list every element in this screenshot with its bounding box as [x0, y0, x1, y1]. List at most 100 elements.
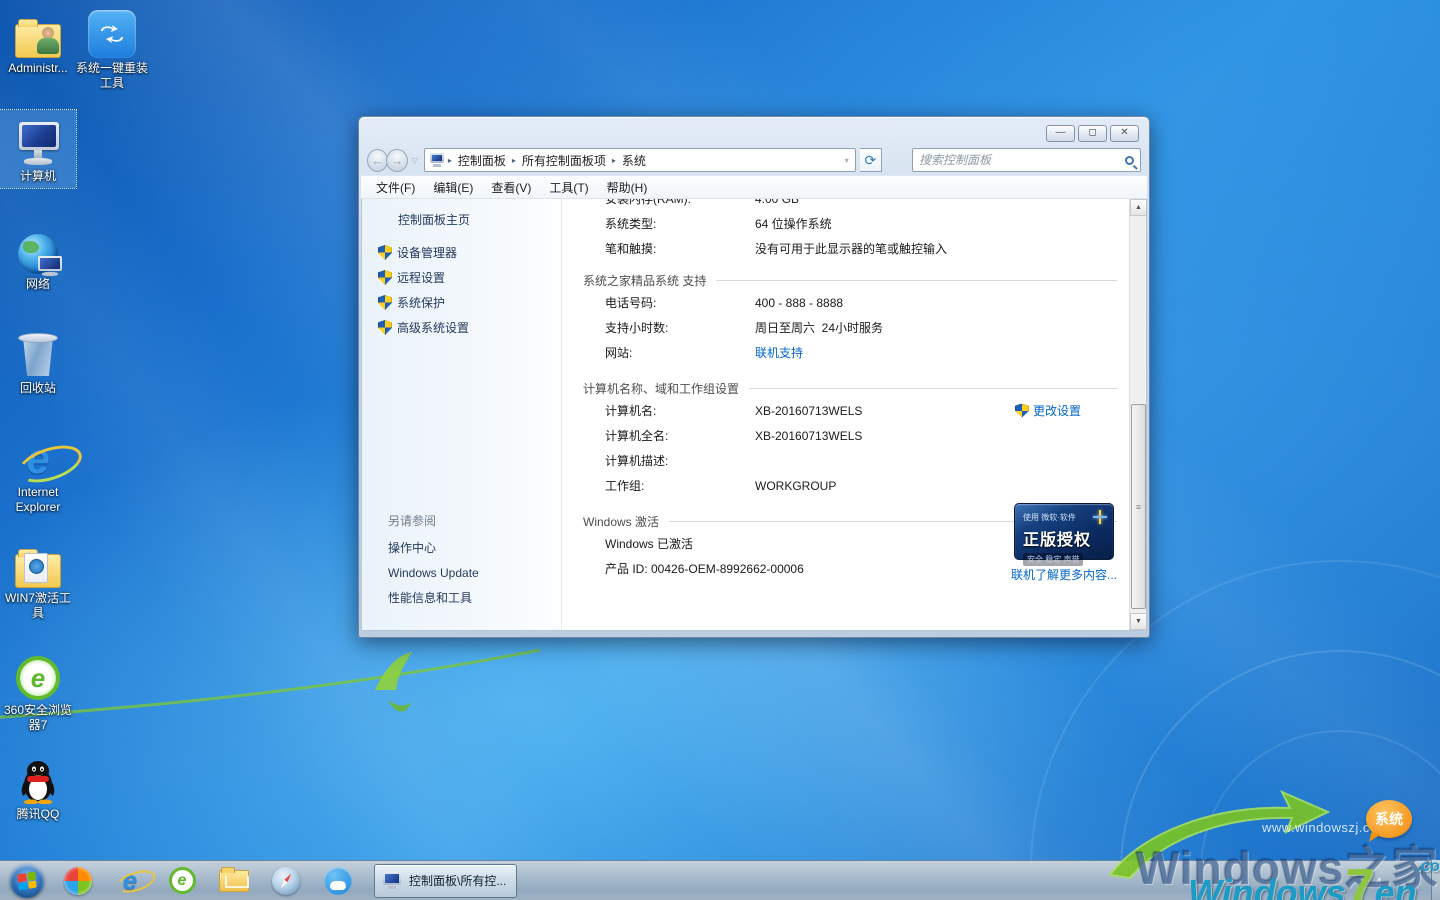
desktop-icon-360-browser[interactable]: e 360安全浏览器7: [0, 648, 76, 733]
taskbar-compass-browser-button[interactable]: [260, 863, 312, 899]
maximize-button[interactable]: ◻: [1078, 125, 1107, 142]
ie-logo-icon: e: [26, 430, 49, 482]
sidebar-control-panel-home[interactable]: 控制面板主页: [362, 199, 561, 228]
windows-flag-icon: [17, 871, 36, 890]
uac-shield-icon: [378, 295, 392, 310]
sidebar-remote-settings[interactable]: 远程设置: [362, 265, 561, 290]
desktop-icon-internet-explorer[interactable]: e Internet Explorer: [0, 430, 76, 515]
sidebar-system-protection[interactable]: 系统保护: [362, 290, 561, 315]
watermark-url: www.windowszj.com: [1262, 820, 1389, 835]
control-panel-icon: [381, 872, 403, 890]
menu-bar: 文件(F) 编辑(E) 查看(V) 工具(T) 帮助(H): [361, 175, 1147, 199]
taskbar-explorer-button[interactable]: [208, 863, 260, 899]
address-bar[interactable]: ▸ 控制面板 ▸ 所有控制面板项 ▸ 系统 ▾: [424, 148, 856, 172]
sidebar-item-label: 系统保护: [397, 294, 445, 311]
scroll-up-icon[interactable]: ▲: [1130, 199, 1147, 216]
forward-button[interactable]: →: [386, 149, 407, 172]
menu-view[interactable]: 查看(V): [482, 176, 540, 199]
row-label: 网站:: [605, 344, 755, 361]
control-panel-icon: [429, 153, 445, 167]
window-titlebar[interactable]: — ◻ ✕: [361, 117, 1147, 145]
menu-edit[interactable]: 编辑(E): [424, 176, 482, 199]
menu-tools[interactable]: 工具(T): [540, 176, 597, 199]
desktop-icon-label: Administr...: [8, 61, 67, 76]
recycle-bin-icon: [18, 326, 58, 378]
desktop-icon-win7-activation-tool[interactable]: WIN7激活工具: [0, 536, 76, 621]
sidebar-performance-tools[interactable]: 性能信息和工具: [362, 585, 561, 610]
scrollbar-thumb[interactable]: ≡: [1131, 404, 1146, 609]
taskbar-active-window-control-panel[interactable]: 控制面板\所有控...: [374, 864, 517, 898]
scroll-down-icon[interactable]: ▼: [1130, 613, 1147, 630]
change-settings[interactable]: 更改设置: [1015, 402, 1081, 419]
search-box[interactable]: [912, 148, 1141, 172]
qq-browser-icon: [324, 867, 352, 895]
sidebar-windows-update[interactable]: Windows Update: [362, 560, 561, 585]
tray-clock[interactable]: 4 4: [1364, 875, 1382, 890]
breadcrumb-all-items[interactable]: 所有控制面板项: [519, 150, 609, 171]
desktop-icon-computer[interactable]: 计算机: [0, 110, 76, 188]
address-dropdown-icon[interactable]: ▾: [845, 156, 849, 165]
badge-line1: 使用 微软·软件: [1023, 512, 1076, 523]
uac-shield-icon: [378, 320, 392, 335]
crumb-separator-icon: ▸: [511, 156, 517, 165]
refresh-button[interactable]: ⟳: [860, 148, 882, 172]
search-input[interactable]: [919, 153, 1125, 167]
row-value: 周日至周六 24小时服务: [755, 319, 883, 336]
taskbar-qq-browser-button[interactable]: [312, 863, 364, 899]
compass-browser-icon: [272, 867, 300, 895]
folder-user-icon: [15, 6, 61, 58]
desktop-icon-label: WIN7激活工具: [1, 591, 75, 621]
back-button[interactable]: ←: [367, 149, 388, 172]
recent-pages-dropdown-icon[interactable]: ▽: [412, 156, 418, 165]
menu-help[interactable]: 帮助(H): [598, 176, 657, 199]
online-support-link[interactable]: 联机支持: [755, 344, 803, 361]
minimize-button[interactable]: —: [1046, 125, 1075, 142]
badge-line3: 安全 稳定 声誉: [1023, 553, 1083, 566]
row-value: XB-20160713WELS: [755, 429, 862, 443]
row-value: Windows 已激活: [605, 535, 693, 552]
row-value: 产品 ID: 00426-OEM-8992662-00006: [605, 560, 804, 577]
info-row-pen-touch: 笔和触摸: 没有可用于此显示器的笔或触控输入: [583, 236, 1129, 261]
row-label: 电话号码:: [605, 294, 755, 311]
desktop-icon-recycle-bin[interactable]: 回收站: [0, 326, 76, 396]
row-label: 支持小时数:: [605, 319, 755, 336]
crumb-separator-icon: ▸: [447, 156, 453, 165]
sidebar: 控制面板主页 设备管理器 远程设置 系统保护: [362, 199, 562, 630]
sidebar-device-manager[interactable]: 设备管理器: [362, 240, 561, 265]
sidebar-item-label: 高级系统设置: [397, 319, 469, 336]
genuine-star-icon: [1093, 510, 1107, 524]
sidebar-action-center[interactable]: 操作中心: [362, 535, 561, 560]
row-label: 计算机描述:: [605, 452, 755, 469]
taskbar-360-safety-button[interactable]: [52, 863, 104, 899]
desktop-icon-administrator[interactable]: Administr...: [0, 6, 76, 76]
desktop-icon-network[interactable]: 网络: [0, 222, 76, 292]
uac-shield-icon: [1015, 404, 1029, 418]
taskbar-ie-button[interactable]: e: [104, 863, 156, 899]
desktop-icon-qq[interactable]: 腾讯QQ: [0, 752, 76, 822]
menu-file[interactable]: 文件(F): [367, 176, 424, 199]
taskbar-360-browser-button[interactable]: e: [156, 863, 208, 899]
sidebar-advanced-settings[interactable]: 高级系统设置: [362, 315, 561, 340]
start-button[interactable]: [10, 864, 44, 898]
section-title: 计算机名称、域和工作组设置: [583, 380, 739, 397]
uac-shield-icon: [378, 245, 392, 260]
genuine-software-badge[interactable]: 使用 微软·软件 正版授权 安全 稳定 声誉: [1014, 503, 1114, 560]
close-button[interactable]: ✕: [1110, 125, 1139, 142]
info-row-phone: 电话号码: 400 - 888 - 8888: [583, 290, 1129, 315]
360-browser-icon: e: [169, 867, 196, 894]
learn-more-online-link[interactable]: 联机了解更多内容...: [1011, 566, 1117, 583]
desktop-icon-reinstall-tool[interactable]: 系统一键重装工具: [74, 6, 150, 91]
show-desktop-button[interactable]: [1431, 860, 1440, 900]
search-icon[interactable]: [1125, 156, 1134, 165]
info-row-system-type: 系统类型: 64 位操作系统: [583, 211, 1129, 236]
desktop-icon-label: 网络: [26, 277, 50, 292]
change-settings-link[interactable]: 更改设置: [1033, 402, 1081, 419]
computer-name-section-header: 计算机名称、域和工作组设置: [583, 378, 1129, 398]
breadcrumb-control-panel[interactable]: 控制面板: [455, 150, 509, 171]
folder-app-icon: [15, 536, 61, 588]
vertical-scrollbar[interactable]: ▲ ≡ ▼: [1129, 199, 1146, 630]
active-task-label: 控制面板\所有控...: [409, 872, 506, 889]
breadcrumb-system[interactable]: 系统: [619, 150, 649, 171]
row-label: 工作组:: [605, 477, 755, 494]
desktop: Administr... 系统一键重装工具 计算机 网络 回收站 e Inter…: [0, 0, 1440, 900]
